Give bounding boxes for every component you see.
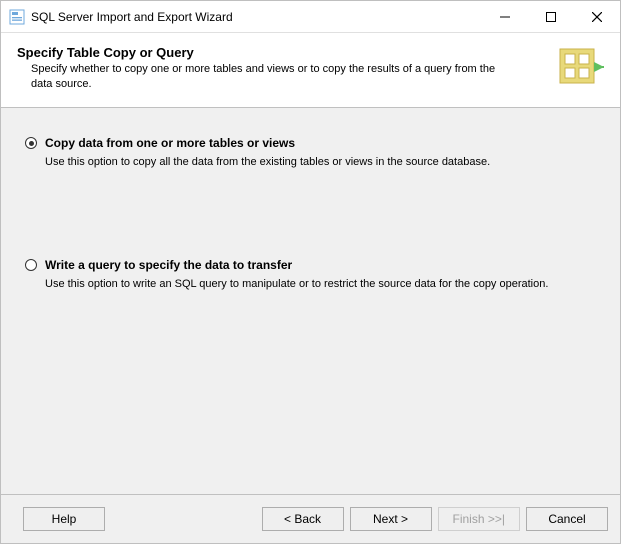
option-description: Use this option to copy all the data fro… [25,155,596,170]
back-button[interactable]: < Back [262,507,344,531]
close-button[interactable] [574,1,620,32]
wizard-body: Copy data from one or more tables or vie… [1,108,620,494]
help-button[interactable]: Help [23,507,105,531]
cancel-button[interactable]: Cancel [526,507,608,531]
option-write-query: Write a query to specify the data to tra… [25,258,596,292]
app-icon [9,9,25,25]
option-label: Write a query to specify the data to tra… [45,258,292,272]
wizard-header: Specify Table Copy or Query Specify whet… [1,33,620,108]
page-subtitle: Specify whether to copy one or more tabl… [17,62,517,92]
wizard-window: SQL Server Import and Export Wizard Spec… [0,0,621,544]
radio-write-query[interactable]: Write a query to specify the data to tra… [25,258,596,272]
header-text-block: Specify Table Copy or Query Specify whet… [17,45,548,92]
finish-button: Finish >>| [438,507,520,531]
titlebar: SQL Server Import and Export Wizard [1,1,620,33]
maximize-button[interactable] [528,1,574,32]
window-title: SQL Server Import and Export Wizard [31,10,482,24]
next-button[interactable]: Next > [350,507,432,531]
window-controls [482,1,620,32]
option-copy-data: Copy data from one or more tables or vie… [25,136,596,170]
minimize-button[interactable] [482,1,528,32]
option-label: Copy data from one or more tables or vie… [45,136,295,150]
wizard-footer: Help < Back Next > Finish >>| Cancel [1,494,620,543]
option-description: Use this option to write an SQL query to… [25,277,596,292]
radio-icon [25,137,37,149]
wizard-icon [556,45,604,93]
radio-icon [25,259,37,271]
radio-copy-data[interactable]: Copy data from one or more tables or vie… [25,136,596,150]
page-title: Specify Table Copy or Query [17,45,548,60]
